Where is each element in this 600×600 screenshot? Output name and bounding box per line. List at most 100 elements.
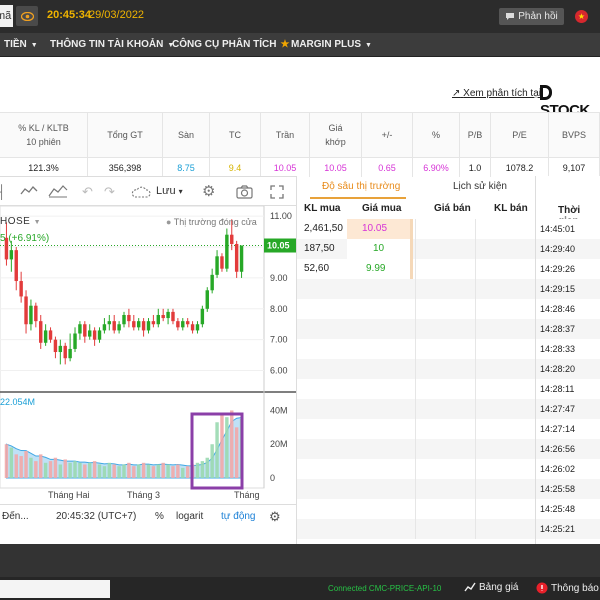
price-board-label: Bảng giá [479,582,519,593]
symbol-search-box[interactable]: mã [0,5,13,27]
candle-body [225,234,229,269]
star-icon: ★ [280,39,290,50]
volume-bar [171,466,175,478]
depth-row [297,499,535,519]
bid-volume: 2,461,50 [304,223,343,234]
menu-item-analysis-tools[interactable]: CÔNG CỤ PHÂN TÍCH ★ [172,39,289,50]
log-toggle[interactable]: logarit [176,511,203,522]
goto-date-button[interactable]: Đến... [2,511,29,522]
tab-market-depth[interactable]: Độ sâu thị trường [322,181,400,192]
candle-body [83,324,87,337]
volume-bar [9,447,14,478]
clock-date: 29/03/2022 [89,9,145,21]
depth-column-divider [475,219,476,539]
footer-input[interactable] [0,580,110,598]
volume-bar [53,457,58,478]
notification-button[interactable]: Thông báo [536,582,599,594]
trade-time: 14:25:48 [540,504,576,514]
candle-body [107,321,112,325]
stats-value-cell: 1078.2 [491,157,549,177]
stats-header-line1: Sàn [177,130,194,140]
trade-time: 14:26:02 [540,464,576,474]
trade-time: 14:28:11 [540,384,575,394]
stats-value-cell: 356,398 [88,157,163,177]
fullscreen-icon[interactable] [270,185,284,199]
col-header-gia-ban: Giá bán [434,203,471,214]
menu-item-account-info[interactable]: THÔNG TIN TÀI KHOẢN ▼ [50,39,174,50]
indicator-icon[interactable] [20,186,38,196]
volume-bar [151,466,156,478]
compare-icon[interactable] [48,184,68,198]
candle-body [102,324,107,331]
stats-header-line1: +/- [381,130,393,140]
depth-row [297,339,535,359]
tab-trade-history[interactable]: Lịch sử kiện [453,181,507,192]
depth-row [297,259,535,279]
trade-time: 14:28:20 [540,364,576,374]
stats-value-cell: 0.65 [362,157,413,177]
volume-bar [161,462,165,478]
volume-bar [200,461,205,478]
redo-icon[interactable]: ↷ [104,184,115,200]
vietnam-flag-icon[interactable]: ★ [575,10,588,23]
feedback-button[interactable]: Phản hồi [499,8,564,25]
price-chart-area[interactable]: 11.00 9.00 8.00 7.00 6.00 40M 20M 0 10.05 Tháng H… [0,205,296,504]
undo-icon[interactable]: ↶ [82,184,93,200]
cloud-icon[interactable] [131,186,151,198]
dstock-d-mark [540,85,552,100]
candle-body [185,321,190,325]
volume-bar [48,461,53,478]
stats-header-line1: Trần [275,130,295,140]
stats-header-cell: +/- [362,113,413,157]
candle-body [151,321,156,325]
candle-body [19,281,23,297]
gear-icon[interactable]: ⚙ [202,182,215,200]
stats-header-cell: % [413,113,460,157]
menu-item-margin-plus[interactable]: MARGIN PLUS ▼ [291,39,372,50]
bid-price: 10 [373,243,385,254]
volume-bar [127,462,131,478]
volume-bar [136,464,141,478]
save-layout-button[interactable]: Lưu ▾ [156,185,183,197]
gear-icon[interactable]: ⚙ [269,509,281,525]
chart-line-icon [464,582,476,592]
stats-value-cell: 1.0 [460,157,491,177]
time-axis-label: Tháng 3 [127,490,160,500]
depth-row [297,479,535,499]
candle-type-icon[interactable]: ┤ [0,184,6,199]
camera-icon[interactable] [236,185,253,199]
stock-stats-table: % KL / KLTB 10 phiên 121.3% Tổng GT 356,398 S… [0,112,600,177]
depth-row [297,459,535,479]
candle-body [29,305,33,325]
volume-bar [107,462,112,478]
menu-item-label: TIỀN [4,39,27,50]
percent-toggle[interactable]: % [155,511,164,522]
symbol-search-text: mã [0,10,12,22]
active-tab-indicator [310,197,406,199]
price-board-button[interactable]: Bảng giá [464,582,518,593]
clock-time: 20:45:34 [47,9,92,21]
price-chart[interactable]: 11.00 9.00 8.00 7.00 6.00 40M 20M 0 10.05 Tháng H… [0,205,296,504]
price-tick-label: 9.00 [270,273,288,283]
candle-body [48,330,53,340]
depth-row [297,279,535,299]
depth-row [297,519,535,539]
caret-down-icon: ▼ [365,42,372,49]
auto-toggle[interactable]: tự động [221,511,256,522]
candle-body [63,345,67,359]
volume-bar [78,462,82,478]
candle-body [136,321,141,328]
volume-bar [88,462,92,478]
candle-body [92,330,97,340]
col-header-gia-mua: Giá mua [362,203,402,214]
volume-bar [14,454,18,478]
candle-body [58,345,63,353]
stats-header-line1: Giá [328,123,343,133]
bid-volume: 52,60 [304,263,330,274]
volume-bar [112,464,116,478]
analysis-link[interactable]: ↗ Xem phân tích tại [452,88,541,99]
volume-bar [210,444,214,478]
menu-item-money[interactable]: TIỀN ▼ [4,39,38,50]
eye-toggle-button[interactable] [16,6,38,26]
volume-bar [24,450,28,478]
